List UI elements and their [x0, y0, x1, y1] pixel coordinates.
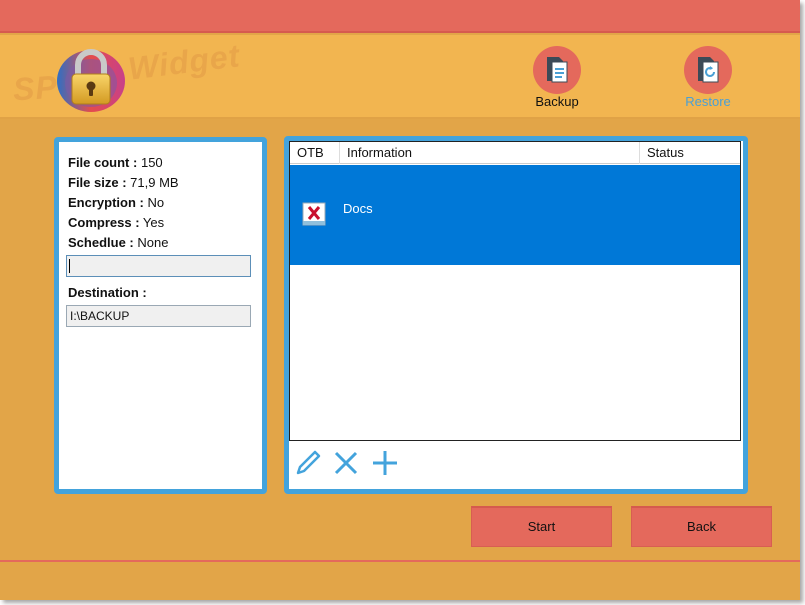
backup-summary-panel: File count : 150 File size : 71,9 MB Enc… — [54, 137, 267, 494]
encryption-label: Encryption : — [68, 195, 144, 210]
column-header-otb[interactable]: OTB — [290, 142, 340, 164]
nav-backup-label: Backup — [535, 94, 579, 109]
text-caret — [69, 259, 70, 273]
restore-circle — [684, 46, 732, 94]
footer-divider — [0, 560, 800, 562]
file-count-value: 150 — [140, 155, 163, 170]
logo-text-sp: SP — [11, 68, 59, 108]
name-input[interactable] — [66, 255, 251, 277]
padlock-logo-icon — [57, 49, 125, 112]
encryption-value: No — [147, 195, 165, 210]
start-button[interactable]: Start — [471, 506, 612, 547]
destination-field[interactable]: I:\BACKUP — [66, 305, 251, 327]
delete-x-icon[interactable] — [332, 449, 360, 477]
backup-document-icon — [547, 57, 568, 83]
plus-icon[interactable] — [371, 449, 399, 477]
list-item[interactable]: Docs — [290, 165, 740, 265]
nav-restore-label: Restore — [685, 94, 731, 109]
list-item-information: Docs — [343, 201, 373, 216]
compress-value: Yes — [142, 215, 165, 230]
list-header: OTB Information Status — [290, 142, 740, 164]
title-bar[interactable] — [0, 0, 800, 33]
restore-document-icon — [698, 57, 719, 83]
app-window: SP Widget Backup Restore File count: 15… — [0, 0, 800, 600]
destination-label: Destination : — [68, 285, 147, 300]
file-size-line: File size : 71,9 MB — [68, 175, 179, 190]
backup-items-panel: OTB Information Status Docs — [284, 136, 748, 494]
nav-backup-button[interactable]: Backup — [517, 46, 597, 112]
compress-label: Compress : — [68, 215, 140, 230]
schedule-line: Schedlue : None — [68, 235, 168, 250]
column-header-status[interactable]: Status — [640, 142, 740, 164]
x-mark-icon — [302, 202, 326, 226]
schedule-value: None — [137, 235, 169, 250]
file-count-line: File count : 150 — [68, 155, 163, 170]
back-button[interactable]: Back — [631, 506, 772, 547]
pencil-icon[interactable] — [294, 449, 322, 477]
encryption-line: Encryption : No — [68, 195, 164, 210]
compress-line: Compress : Yes — [68, 215, 164, 230]
backup-items-list[interactable]: OTB Information Status Docs — [289, 141, 741, 441]
file-size-value: 71,9 MB — [130, 175, 179, 190]
schedule-label: Schedlue : — [68, 235, 134, 250]
backup-circle — [533, 46, 581, 94]
file-size-label: File size : — [68, 175, 127, 190]
file-count-label: File count : — [68, 155, 138, 170]
column-header-information[interactable]: Information — [340, 142, 640, 164]
nav-restore-button[interactable]: Restore — [668, 46, 748, 112]
